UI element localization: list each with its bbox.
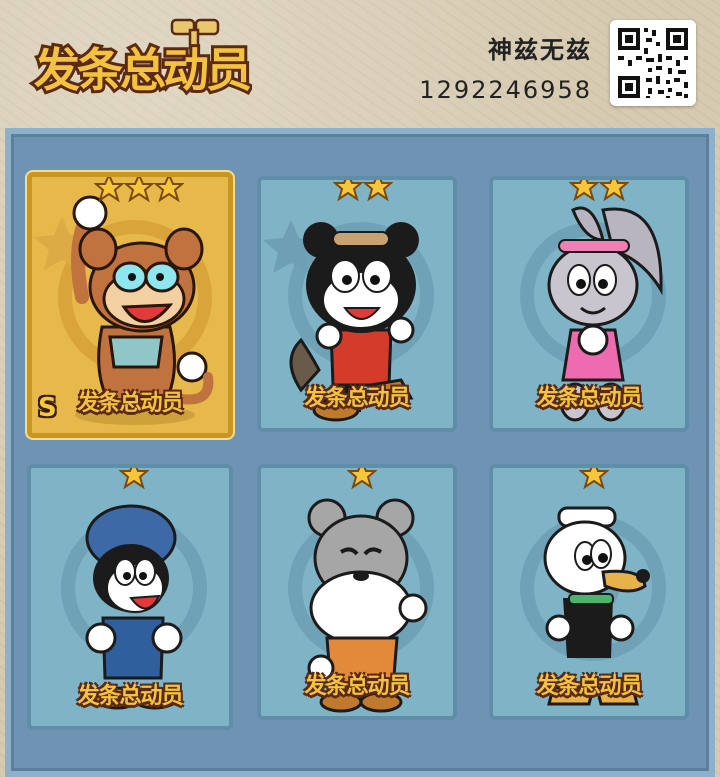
rarity-badge: S <box>38 393 57 423</box>
header: 发条总动员 神兹无兹 1292246958 <box>0 0 720 120</box>
star-rating <box>333 180 393 206</box>
game-logo: 发条总动员 <box>31 18 252 100</box>
character-card-rabbit[interactable]: 发条总动员 <box>489 176 689 432</box>
star-icon <box>599 180 629 202</box>
logo-text: 发条总动员 <box>34 43 251 97</box>
star-icon <box>154 177 184 203</box>
star-icon <box>124 177 154 203</box>
star-rating <box>94 177 184 207</box>
card-label: 发条总动员 <box>304 386 410 411</box>
star-icon <box>347 468 377 490</box>
card-label: 发条总动员 <box>536 386 642 411</box>
star-icon <box>333 180 363 202</box>
star-rating <box>347 468 377 494</box>
star-icon <box>579 468 609 490</box>
star-icon <box>363 180 393 202</box>
character-card-raccoon[interactable]: 发条总动员 <box>257 176 457 432</box>
card-label: 发条总动员 <box>536 674 642 699</box>
star-rating <box>119 468 149 494</box>
character-card-mouse[interactable]: 发条总动员 <box>257 464 457 720</box>
star-rating <box>569 180 629 206</box>
author-id: 1292246958 <box>419 76 592 104</box>
star-icon <box>94 177 124 203</box>
card-label: 发条总动员 <box>304 674 410 699</box>
star-icon <box>119 468 149 490</box>
star-icon <box>569 180 599 202</box>
character-card-duck[interactable]: 发条总动员 <box>489 464 689 720</box>
character-card-dog[interactable]: 发条总动员 <box>27 464 233 730</box>
character-card-monkey[interactable]: 发条总动员 S <box>27 172 233 438</box>
star-rating <box>579 468 609 494</box>
card-label: 发条总动员 <box>77 684 183 709</box>
author-name: 神兹无兹 <box>488 36 592 64</box>
qr-code[interactable] <box>610 20 696 106</box>
character-panel: 发条总动员 S 发条总动员 发条总动员 发条总动员 发条总动员 发条总动员 <box>5 128 715 777</box>
